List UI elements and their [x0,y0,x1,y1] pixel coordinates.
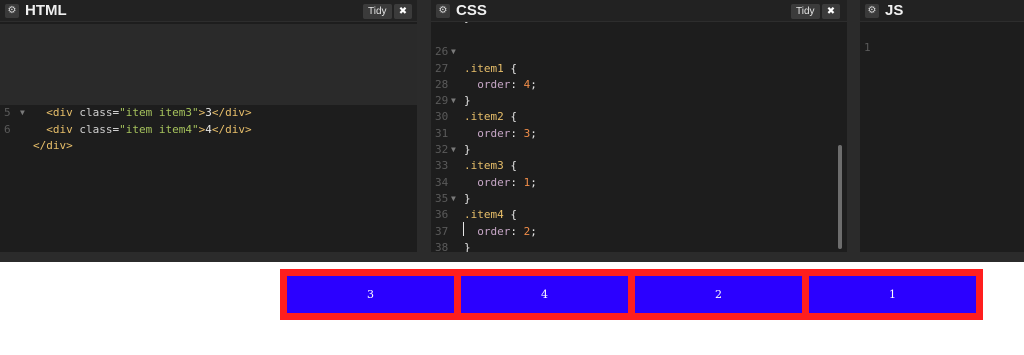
code-line: 1▼ <div class="container"> [0,24,417,71]
code-line: 6 </div> [0,105,417,152]
css-panel-header: ⚙ CSS Tidy ✖ [431,0,847,22]
code-line: 33 order: 1; [435,159,537,189]
flex-container: 3 4 2 1 [280,269,983,320]
partial-brace: } [464,22,471,26]
html-panel: ⚙ HTML Tidy ✖ 1▼ <div class="container">… [0,0,417,252]
code-line: 2▼ <div class="item item1">1</div> [0,40,417,87]
code-line: 26 ▼ .item1 { [435,45,517,75]
tidy-button[interactable]: Tidy [791,4,820,19]
code-line: 37 } [435,224,471,252]
code-line: 35 ▼ .item4 { [435,191,517,222]
code-line: 36 order: 2; [435,208,537,238]
css-code-editor[interactable]: } 26▼ .item1 { 27 order: 4; 28 } 29▼ .it… [431,22,847,252]
js-panel: ⚙ JS 1 [860,0,1024,252]
code-line: 28 } [435,77,471,108]
code-line: 5 ▼ <div class="item item4">4</div> [0,89,417,136]
html-code-editor[interactable]: 1▼ <div class="container"> 2▼ <div class… [0,24,417,252]
code-line: 1 [860,24,1024,54]
gear-icon[interactable]: ⚙ [436,4,450,18]
code-line: 38 [431,224,847,252]
flex-item: 2 [635,276,802,313]
text-cursor [463,222,464,236]
js-panel-title: JS [885,2,904,19]
code-line: 39 [431,240,847,252]
js-code-editor[interactable]: 1 [860,24,1024,252]
code-line: 4▼ <div class="item item3">3</div> [0,72,417,119]
flex-item: 1 [809,276,976,313]
code-line: 30 order: 3; [435,110,537,140]
gear-icon[interactable]: ⚙ [865,4,879,18]
gear-icon[interactable]: ⚙ [5,4,19,18]
code-line: 31 } [435,126,471,157]
flex-item: 3 [287,276,454,313]
html-panel-header: ⚙ HTML Tidy ✖ [0,0,417,22]
flex-item: 4 [461,276,628,313]
css-panel-title: CSS [456,2,487,19]
code-line: 27 order: 4; [435,61,537,91]
css-panel: ⚙ CSS Tidy ✖ } 26▼ .item1 { 27 order: 4;… [431,0,847,252]
close-button[interactable]: ✖ [822,4,840,19]
code-line: 34 } [435,175,471,205]
html-panel-title: HTML [25,2,67,19]
line-number: 6 [4,122,11,136]
item4-text: 4 [205,122,212,136]
code-line: 32 ▼ .item3 { [435,143,517,173]
css-scrollbar[interactable] [838,145,842,249]
container-close-text: </div> [33,139,73,153]
js-panel-header: ⚙ JS [860,0,1024,22]
tidy-button[interactable]: Tidy [363,4,392,19]
code-line: 29 ▼ .item2 { [435,94,517,124]
code-line: 3▼ <div class="item item2">2</div> [0,56,417,103]
close-button[interactable]: ✖ [394,4,412,19]
line-number: 1 [864,41,871,55]
editor-area: ⚙ HTML Tidy ✖ 1▼ <div class="container">… [0,0,1024,262]
